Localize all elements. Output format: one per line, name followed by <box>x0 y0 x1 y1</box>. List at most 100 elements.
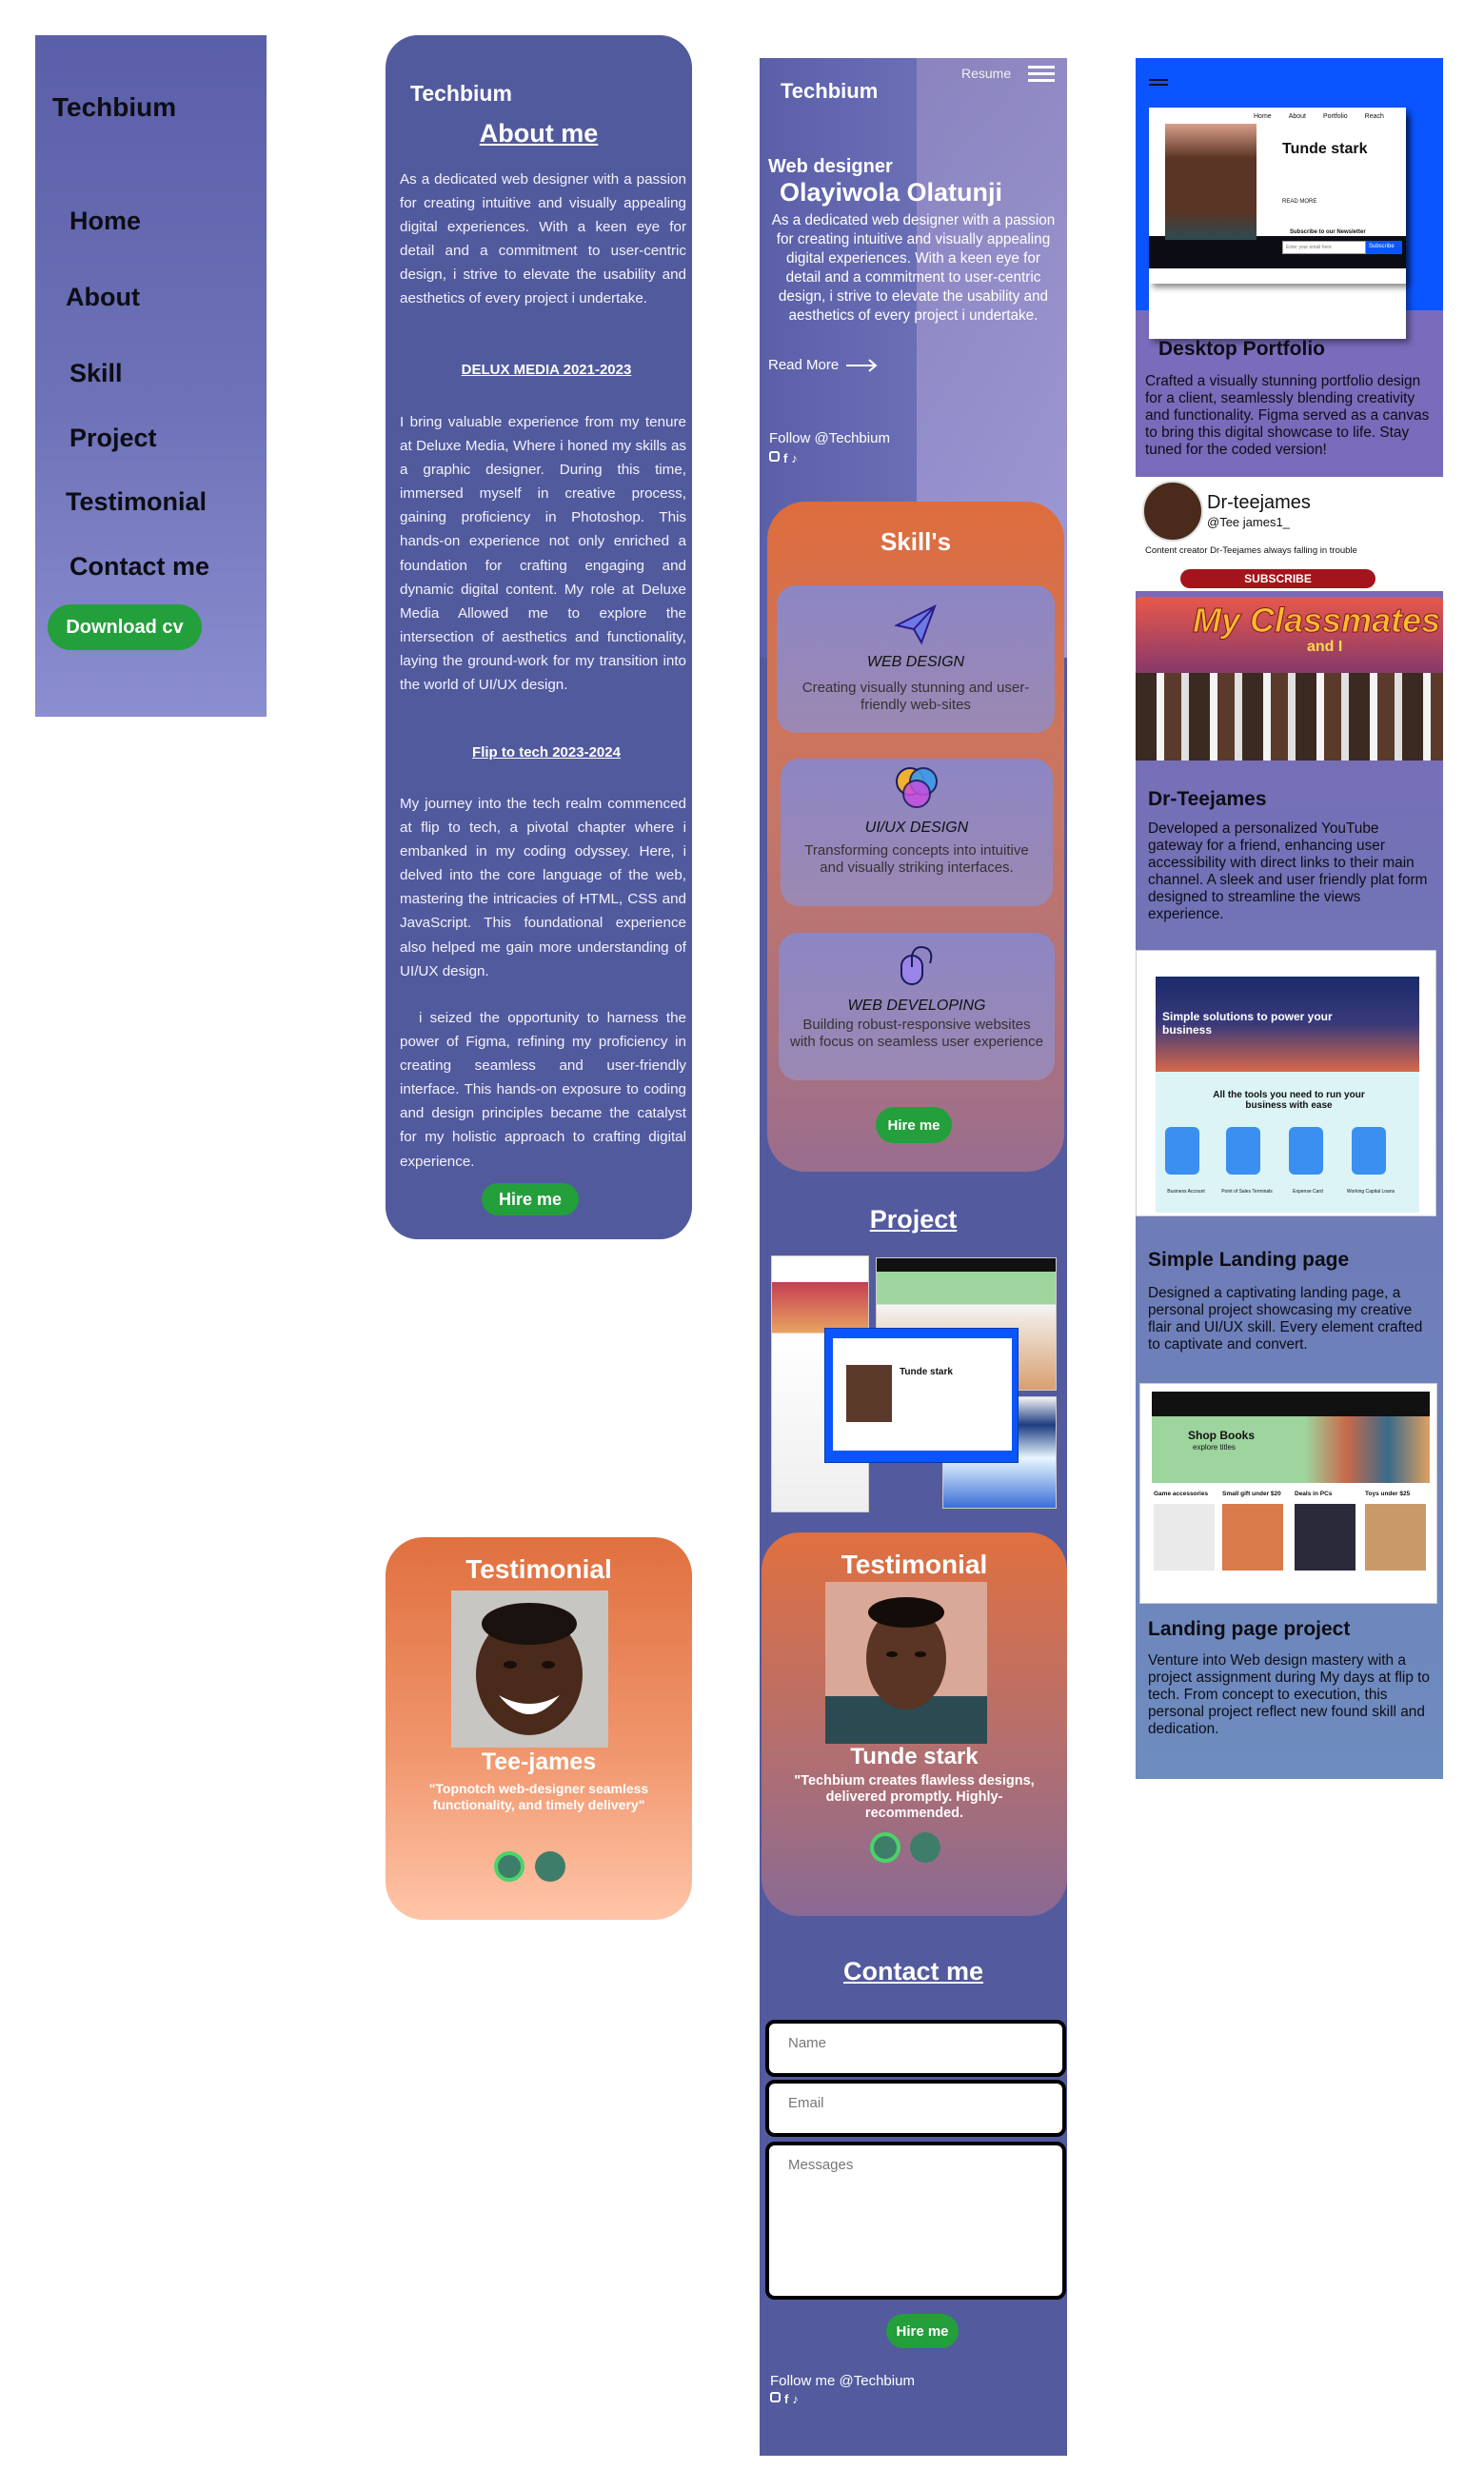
menu-item-project[interactable]: Project <box>69 424 157 453</box>
instagram-icon[interactable] <box>769 451 780 462</box>
skill-title: WEB DESIGN <box>866 654 965 670</box>
project-title: Project <box>869 1205 958 1234</box>
shot-nav-portfolio: Portfolio <box>1322 113 1348 120</box>
read-more-link[interactable]: Read More <box>768 357 879 373</box>
email-field[interactable]: Email <box>765 2080 1066 2137</box>
footer-follow-label: Follow me @Techbium <box>770 2373 915 2389</box>
collage-desktop-shot: Tunde stark <box>824 1328 1019 1463</box>
shot-email-input: Enter your email here <box>1282 241 1366 254</box>
yt-project-text: Developed a personalized YouTube gateway… <box>1148 820 1428 922</box>
menu-item-about[interactable]: About <box>66 283 140 312</box>
landing-item-3: Expense Card <box>1293 1189 1323 1195</box>
tunde-stark-photo <box>825 1582 987 1744</box>
tee-james-photo <box>451 1591 608 1748</box>
testimonial-title: Testimonial <box>841 1550 988 1579</box>
skills-card: Skill's WEB DESIGN Creating visually stu… <box>767 502 1064 1172</box>
menu-item-contact[interactable]: Contact me <box>69 552 209 582</box>
resume-link[interactable]: Resume <box>961 66 1011 81</box>
social-icons: f ♪ <box>769 451 798 465</box>
menu-item-skill[interactable]: Skill <box>69 359 123 388</box>
mouse-icon <box>900 946 933 985</box>
testimonial-quote: "Topnotch web-designer seamless function… <box>428 1781 649 1812</box>
yt-banner: My Classmates and I <box>1136 597 1443 761</box>
menu-item-home[interactable]: Home <box>69 207 141 236</box>
testimonial-name: Tunde stark <box>850 1744 979 1769</box>
skill-card-uiux-design[interactable]: UI/UX DESIGN Transforming concepts into … <box>781 759 1053 906</box>
skill-card-web-developing[interactable]: WEB DEVELOPING Building robust-responsiv… <box>779 933 1055 1080</box>
mobile-brand[interactable]: Techbium <box>781 79 878 104</box>
name-field[interactable]: Name <box>765 2020 1066 2077</box>
menu-brand[interactable]: Techbium <box>52 92 176 123</box>
about-hire-button[interactable]: Hire me <box>482 1183 579 1215</box>
desktop-portfolio-text: Crafted a visually stunning portfolio de… <box>1145 373 1430 458</box>
paper-plane-icon <box>894 603 937 645</box>
shot-nav-about: About <box>1288 113 1306 120</box>
landing-item-2: Point of Sales Terminals <box>1221 1189 1273 1195</box>
job1-title: DELUX MEDIA 2021-2023 <box>461 362 632 378</box>
skill-desc: Building robust-responsive websites with… <box>790 1017 1043 1050</box>
shop-title: Shop Books <box>1188 1429 1256 1442</box>
color-circles-icon <box>896 767 938 808</box>
job2-text-2: i seized the opportunity to harness the … <box>400 1010 686 1170</box>
carousel-dot-1[interactable] <box>870 1832 900 1863</box>
yt-avatar <box>1142 481 1203 542</box>
tiktok-icon[interactable]: ♪ <box>792 2392 799 2406</box>
testimonial-card-left: Testimonial Tee-james "Topnotch web-desi… <box>386 1537 692 1920</box>
lp-text: Venture into Web design mastery with a p… <box>1148 1652 1430 1737</box>
desktop-portfolio-title: Desktop Portfolio <box>1158 338 1326 360</box>
yt-channel-name[interactable]: Dr-teejames <box>1207 492 1311 514</box>
landing-title: Simple Landing page <box>1148 1249 1350 1271</box>
carousel-dot-1[interactable] <box>494 1851 524 1882</box>
yt-handle: @Tee james1_ <box>1207 515 1290 529</box>
yt-subscribe-button[interactable]: SUBSCRIBE <box>1180 569 1375 588</box>
hamburger-menu-icon[interactable] <box>1028 66 1055 82</box>
name-placeholder: Name <box>788 2035 827 2051</box>
footer-social-icons: f ♪ <box>770 2392 799 2406</box>
download-cv-button[interactable]: Download cv <box>48 604 202 650</box>
shot-nav-home: Home <box>1254 113 1272 120</box>
yt-banner-sub: and I <box>1307 639 1343 655</box>
shop-landing-shot[interactable]: Shop Books explore titles Game accessori… <box>1139 1383 1437 1604</box>
testimonial-card-mobile: Testimonial Tunde stark "Techbium create… <box>762 1532 1067 1916</box>
job2-text: My journey into the tech realm commenced… <box>400 796 686 979</box>
facebook-icon[interactable]: f <box>784 2392 788 2406</box>
skill-card-web-design[interactable]: WEB DESIGN Creating visually stunning an… <box>777 585 1055 733</box>
shop-cat-1: Game accessories <box>1154 1491 1209 1497</box>
about-intro: As a dedicated web designer with a passi… <box>400 171 686 307</box>
email-placeholder: Email <box>788 2095 824 2111</box>
lp-title: Landing page project <box>1148 1618 1351 1640</box>
carousel-dot-2[interactable] <box>535 1851 565 1882</box>
facebook-icon[interactable]: f <box>783 451 787 465</box>
messages-field[interactable]: Messages <box>765 2142 1066 2300</box>
landing-hero-text: Simple solutions to power your business <box>1162 1010 1333 1037</box>
landing-item-1: Business Account <box>1167 1189 1205 1195</box>
about-title: About me <box>479 119 599 148</box>
skills-hire-button[interactable]: Hire me <box>876 1107 952 1143</box>
skills-title: Skill's <box>880 527 952 556</box>
read-more-label: Read More <box>768 357 840 373</box>
arrow-right-icon <box>846 358 878 372</box>
landing-text: Designed a captivating landing page, a p… <box>1148 1285 1423 1353</box>
shot-nav-reach: Reach <box>1364 113 1384 120</box>
shop-subtitle: explore titles <box>1193 1443 1236 1452</box>
about-card: Techbium About me As a dedicated web des… <box>386 35 692 1239</box>
testimonial-name: Tee-james <box>481 1749 597 1775</box>
skill-desc: Transforming concepts into intuitive and… <box>804 842 1029 876</box>
carousel-dot-2[interactable] <box>910 1832 940 1863</box>
yt-banner-title: My Classmates <box>1192 601 1441 641</box>
project-collage[interactable]: Tunde stark <box>771 1255 1059 1517</box>
menu-item-testimonial[interactable]: Testimonial <box>66 487 207 517</box>
shot-subscribe: Subscribe <box>1366 241 1402 254</box>
hero-role: Web designer <box>768 156 893 177</box>
shot-name: Tunde stark <box>1282 141 1368 157</box>
job2-title: Flip to tech 2023-2024 <box>472 744 621 761</box>
shop-cat-2: Small gift under $20 <box>1222 1491 1281 1497</box>
tiktok-icon[interactable]: ♪ <box>791 451 798 465</box>
instagram-icon[interactable] <box>770 2392 781 2402</box>
landing-page-shot[interactable]: Simple solutions to power your business … <box>1136 950 1436 1216</box>
contact-hire-button[interactable]: Hire me <box>886 2314 959 2348</box>
skill-title: UI/UX DESIGN <box>864 820 969 836</box>
hero-name: Olayiwola Olatunji <box>780 178 1003 207</box>
about-brand[interactable]: Techbium <box>410 81 512 107</box>
yt-description: Content creator Dr-Teejames always falli… <box>1145 545 1357 556</box>
